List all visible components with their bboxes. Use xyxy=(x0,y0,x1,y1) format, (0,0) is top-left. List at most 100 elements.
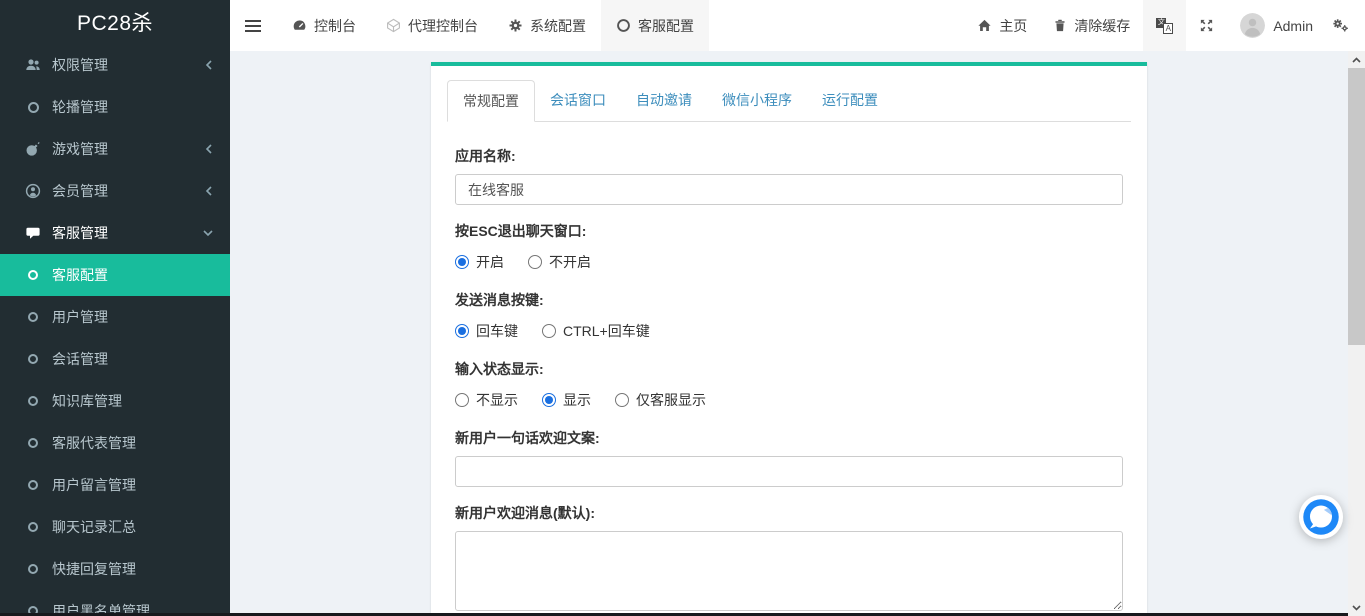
sidebar-subitem-session-management[interactable]: 会话管理 xyxy=(0,338,230,380)
circle-icon xyxy=(25,519,41,535)
welcome-message-label: 新用户欢迎消息(默认): xyxy=(455,503,1123,523)
nav-item-label: 系统配置 xyxy=(530,16,586,36)
general-config-form: 应用名称: 按ESC退出聊天窗口: 开启 不开启 发送消息按键: 回车键 CTR… xyxy=(431,122,1147,616)
radio-icon xyxy=(455,393,469,407)
radio-ctrl-enter[interactable]: CTRL+回车键 xyxy=(542,321,650,341)
top-navbar: 控制台 代理控制台 系统配置 客服配置 主页 清除缓存 xyxy=(230,0,1365,51)
sidebar-subitem-chat-logs[interactable]: 聊天记录汇总 xyxy=(0,506,230,548)
scrollbar-thumb[interactable] xyxy=(1348,68,1365,345)
scroll-down-arrow-icon[interactable] xyxy=(1348,599,1365,616)
radio-esc-off[interactable]: 不开启 xyxy=(528,252,591,272)
chevron-left-icon xyxy=(204,143,214,155)
menu-toggle-icon[interactable] xyxy=(230,0,277,51)
fullscreen-button[interactable] xyxy=(1186,0,1227,51)
users-icon xyxy=(25,57,41,73)
nav-item-home[interactable]: 主页 xyxy=(964,16,1040,36)
sidebar-subitem-cs-agents[interactable]: 客服代表管理 xyxy=(0,422,230,464)
app-name-input[interactable] xyxy=(455,174,1123,205)
circle-icon xyxy=(25,561,41,577)
gear-icon xyxy=(508,18,523,33)
brand-logo: PC28杀 xyxy=(0,0,230,44)
sidebar-item-carousel[interactable]: 轮播管理 xyxy=(0,86,230,128)
radio-icon xyxy=(455,255,469,269)
send-key-label: 发送消息按键: xyxy=(455,290,1123,310)
sidebar-subitem-user-messages[interactable]: 用户留言管理 xyxy=(0,464,230,506)
circle-icon xyxy=(25,435,41,451)
sidebar: PC28杀 权限管理 轮播管理 游戏管理 会员管理 xyxy=(0,0,230,616)
radio-esc-on[interactable]: 开启 xyxy=(455,252,504,272)
tab-run-config[interactable]: 运行配置 xyxy=(807,80,893,122)
esc-exit-label: 按ESC退出聊天窗口: xyxy=(455,221,1123,241)
page-scrollbar xyxy=(1348,51,1365,616)
esc-exit-options: 开启 不开启 xyxy=(455,249,1123,274)
chat-widget-button[interactable] xyxy=(1298,494,1344,540)
language-switch-button[interactable]: 文 A xyxy=(1143,0,1186,51)
radio-enter[interactable]: 回车键 xyxy=(455,321,518,341)
sidebar-item-customer-service[interactable]: 客服管理 xyxy=(0,212,230,254)
username: Admin xyxy=(1273,18,1313,34)
nav-item-label: 代理控制台 xyxy=(408,16,478,36)
circle-icon xyxy=(25,309,41,325)
sidebar-subitem-label: 用户留言管理 xyxy=(52,475,136,495)
user-circle-icon xyxy=(25,183,41,199)
circle-icon xyxy=(25,393,41,409)
radio-show-cs-only[interactable]: 仅客服显示 xyxy=(615,390,706,410)
settings-button[interactable] xyxy=(1319,0,1365,51)
typing-status-label: 输入状态显示: xyxy=(455,359,1123,379)
chevron-left-icon xyxy=(204,59,214,71)
sidebar-subitem-label: 会话管理 xyxy=(52,349,108,369)
sidebar-subitem-quick-replies[interactable]: 快捷回复管理 xyxy=(0,548,230,590)
welcome-text-input[interactable] xyxy=(455,456,1123,487)
field-welcome-text: 新用户一句话欢迎文案: xyxy=(455,428,1123,487)
radio-icon xyxy=(615,393,629,407)
sidebar-item-games[interactable]: 游戏管理 xyxy=(0,128,230,170)
tab-general-config[interactable]: 常规配置 xyxy=(447,80,535,122)
app-name-label: 应用名称: xyxy=(455,146,1123,166)
nav-item-agent-console[interactable]: 代理控制台 xyxy=(371,0,493,51)
sidebar-item-label: 游戏管理 xyxy=(52,139,108,159)
tab-session-window[interactable]: 会话窗口 xyxy=(535,80,621,122)
welcome-message-textarea[interactable] xyxy=(455,531,1123,611)
scroll-up-arrow-icon[interactable] xyxy=(1348,51,1365,68)
circle-icon xyxy=(25,267,41,283)
user-menu[interactable]: Admin xyxy=(1227,0,1319,51)
field-send-key: 发送消息按键: 回车键 CTRL+回车键 xyxy=(455,290,1123,343)
sidebar-item-label: 会员管理 xyxy=(52,181,108,201)
welcome-text-label: 新用户一句话欢迎文案: xyxy=(455,428,1123,448)
nav-item-label: 清除缓存 xyxy=(1074,16,1130,36)
tab-auto-invite[interactable]: 自动邀请 xyxy=(621,80,707,122)
circle-icon xyxy=(25,351,41,367)
radio-hide[interactable]: 不显示 xyxy=(455,390,518,410)
expand-arrows-icon xyxy=(1199,18,1214,33)
codepen-icon xyxy=(386,18,401,33)
sidebar-subitem-label: 客服配置 xyxy=(52,265,108,285)
radio-icon xyxy=(455,324,469,338)
field-welcome-message: 新用户欢迎消息(默认): 自动发送给新用户的消息，客服代表的欢迎语留空时，使用此… xyxy=(455,503,1123,616)
nav-item-cs-config[interactable]: 客服配置 xyxy=(601,0,709,51)
field-esc-exit: 按ESC退出聊天窗口: 开启 不开启 xyxy=(455,221,1123,274)
typing-status-options: 不显示 显示 仅客服显示 xyxy=(455,387,1123,412)
sidebar-subitem-knowledge-base[interactable]: 知识库管理 xyxy=(0,380,230,422)
avatar xyxy=(1240,13,1265,38)
radio-icon xyxy=(542,324,556,338)
sidebar-subitem-cs-config[interactable]: 客服配置 xyxy=(0,254,230,296)
tab-wechat-miniprogram[interactable]: 微信小程序 xyxy=(707,80,807,122)
nav-item-dashboard[interactable]: 控制台 xyxy=(277,0,371,51)
field-typing-status: 输入状态显示: 不显示 显示 仅客服显示 xyxy=(455,359,1123,412)
nav-item-system-config[interactable]: 系统配置 xyxy=(493,0,601,51)
sidebar-item-members[interactable]: 会员管理 xyxy=(0,170,230,212)
send-key-options: 回车键 CTRL+回车键 xyxy=(455,318,1123,343)
sidebar-item-label: 客服管理 xyxy=(52,223,108,243)
cogs-icon xyxy=(1332,18,1349,33)
radio-show[interactable]: 显示 xyxy=(542,390,591,410)
nav-item-clear-cache[interactable]: 清除缓存 xyxy=(1040,16,1143,36)
navbar-right: 主页 清除缓存 文 A Admin xyxy=(964,0,1365,51)
radio-icon xyxy=(528,255,542,269)
translate-icon: 文 A xyxy=(1156,18,1173,34)
home-icon xyxy=(977,18,992,33)
sidebar-subitem-label: 用户管理 xyxy=(52,307,108,327)
nav-item-label: 主页 xyxy=(999,16,1027,36)
sidebar-subitem-user-management[interactable]: 用户管理 xyxy=(0,296,230,338)
circle-icon xyxy=(25,99,41,115)
sidebar-item-permissions[interactable]: 权限管理 xyxy=(0,44,230,86)
